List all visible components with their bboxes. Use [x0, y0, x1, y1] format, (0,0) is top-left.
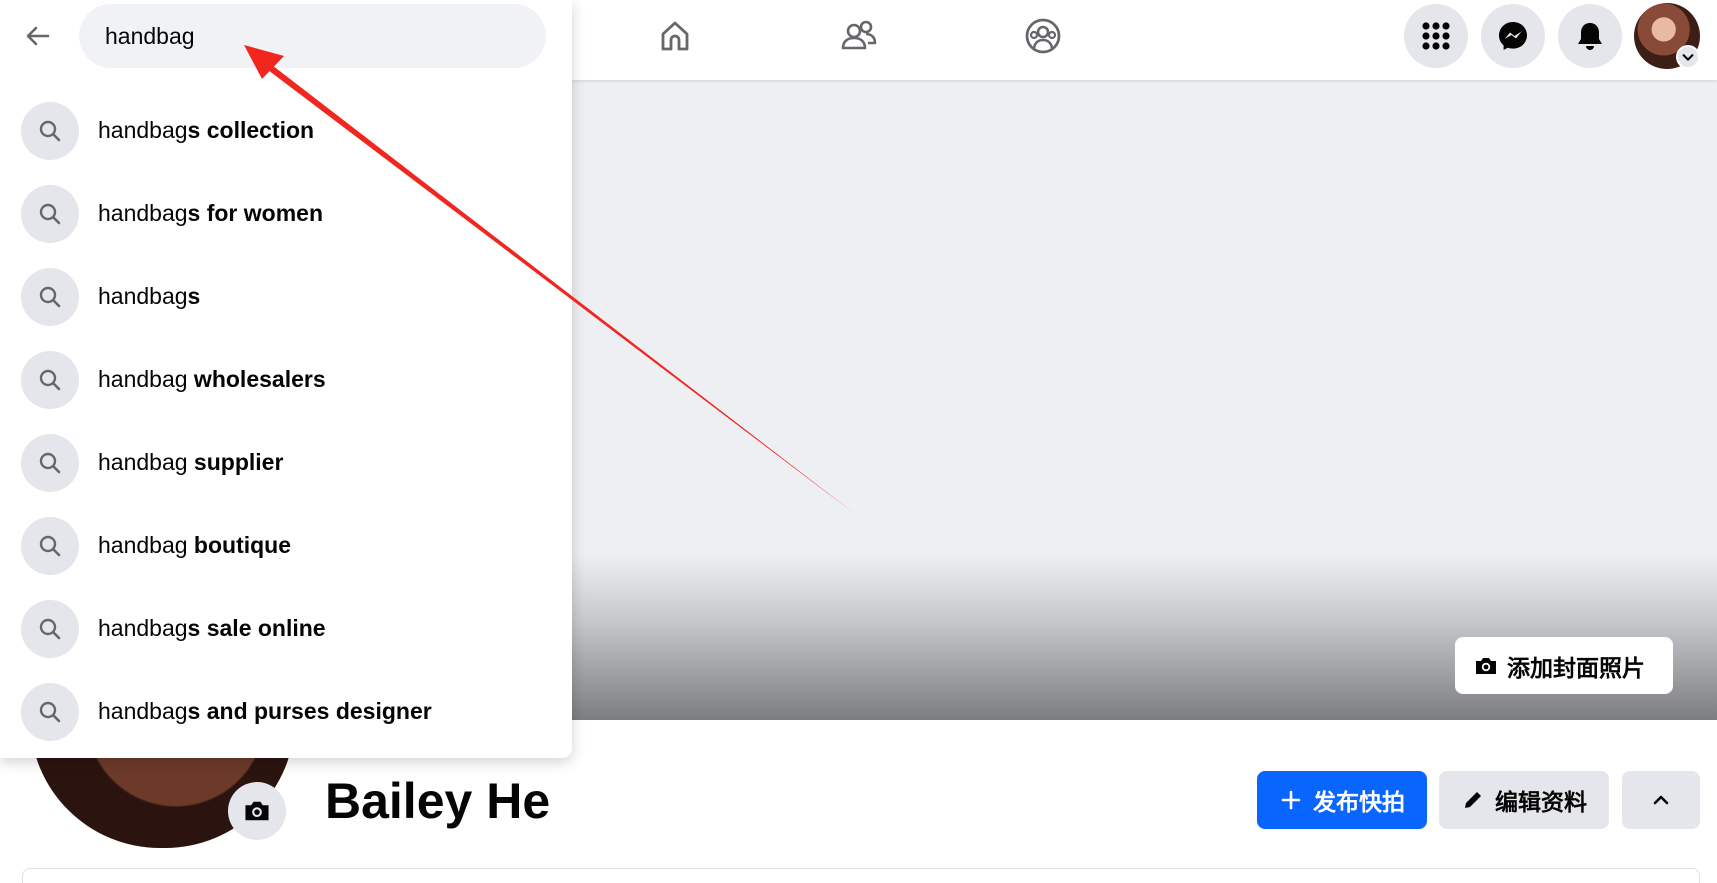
collapse-button[interactable] [1622, 771, 1700, 829]
chevron-up-icon [1653, 795, 1669, 805]
search-suggestion[interactable]: handbags for women [0, 172, 572, 255]
pencil-icon [1465, 792, 1481, 808]
search-input[interactable] [79, 4, 546, 68]
search-icon [21, 682, 79, 741]
groups-tab[interactable] [1003, 10, 1083, 62]
plus-icon [1281, 790, 1301, 810]
camera-icon [1476, 657, 1496, 674]
suggestion-text: handbag boutique [98, 532, 292, 558]
messenger-button[interactable] [1481, 4, 1545, 68]
search-icon [21, 350, 79, 409]
search-suggestion[interactable]: handbags sale online [0, 587, 572, 670]
update-profile-picture-button[interactable] [228, 782, 286, 840]
search-suggestion[interactable]: handbags [0, 255, 572, 338]
search-icon [21, 599, 79, 658]
add-cover-photo-label: 添加封面照片 [1507, 654, 1645, 681]
friends-tab[interactable] [819, 10, 899, 62]
notifications-button[interactable] [1558, 4, 1622, 68]
suggestion-text: handbags for women [98, 200, 324, 226]
grid-menu-icon [1422, 22, 1450, 50]
search-icon [21, 184, 79, 243]
suggestion-text: handbags [98, 283, 201, 309]
back-arrow-icon [26, 26, 50, 46]
suggestion-text: handbags collection [98, 117, 315, 143]
home-icon [661, 21, 689, 51]
camera-icon [245, 801, 269, 821]
suggestion-text: handbag supplier [98, 449, 284, 475]
search-suggestion[interactable]: handbags collection [0, 89, 572, 172]
create-story-label: 发布快拍 [1313, 789, 1405, 815]
profile-name: Bailey He [325, 773, 551, 829]
menu-button[interactable] [1404, 4, 1468, 68]
search-suggestion[interactable]: handbag supplier [0, 421, 572, 504]
cover-photo [572, 80, 1717, 720]
bell-icon [1578, 23, 1602, 50]
search-suggestions: handbags collection handbags for women h… [0, 89, 572, 753]
search-icon [21, 516, 79, 575]
search-suggestion[interactable]: handbag boutique [0, 504, 572, 587]
account-chevron-icon[interactable] [1676, 45, 1700, 69]
suggestion-text: handbag wholesalers [98, 366, 326, 392]
messenger-icon [1499, 22, 1527, 50]
groups-icon [1025, 18, 1061, 54]
home-tab[interactable] [635, 10, 715, 62]
create-story-button[interactable]: 发布快拍 [1257, 771, 1427, 829]
search-suggestion[interactable]: handbag wholesalers [0, 338, 572, 421]
edit-profile-button[interactable]: 编辑资料 [1439, 771, 1609, 829]
search-icon [21, 433, 79, 492]
profile-tabs-card [22, 868, 1700, 883]
friends-icon [841, 20, 877, 50]
search-icon [21, 267, 79, 326]
edit-profile-label: 编辑资料 [1495, 789, 1587, 815]
search-dropdown: handbags collection handbags for women h… [0, 0, 572, 758]
back-button[interactable] [14, 12, 62, 60]
suggestion-text: handbags and purses designer [98, 698, 432, 724]
search-suggestion[interactable]: handbags and purses designer [0, 670, 572, 753]
add-cover-photo-button[interactable]: 添加封面照片 [1455, 637, 1673, 694]
search-icon [21, 101, 79, 160]
suggestion-text: handbags sale online [98, 615, 326, 641]
